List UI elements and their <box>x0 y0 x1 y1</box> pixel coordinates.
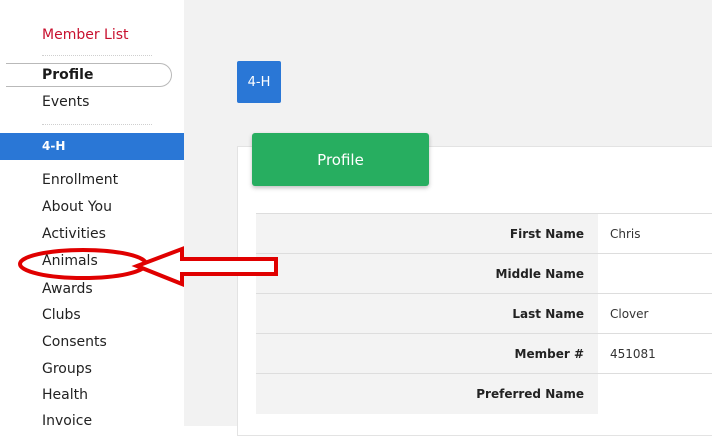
annotation-overlay <box>18 246 278 287</box>
highlight-circle <box>18 248 148 280</box>
arrow-left-icon <box>131 246 278 287</box>
